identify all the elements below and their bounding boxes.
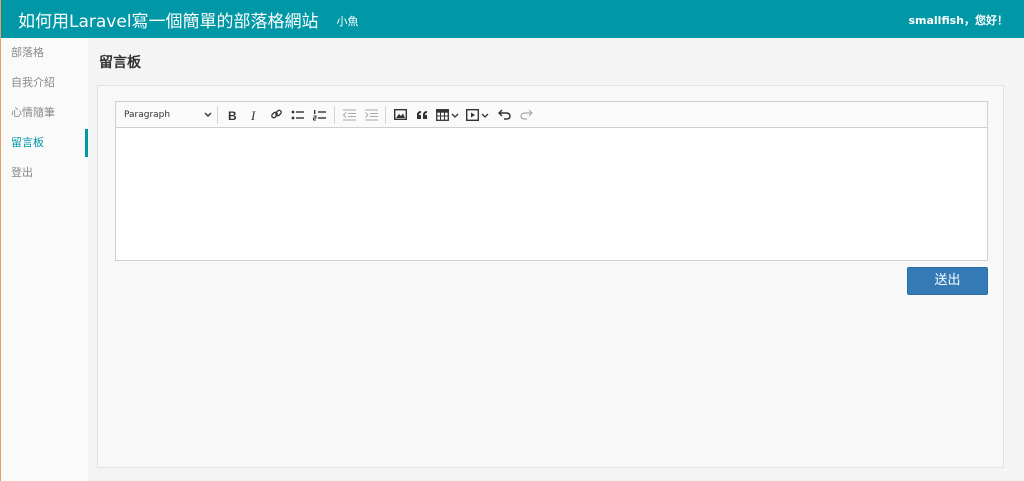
heading-format-value: Paragraph bbox=[124, 109, 171, 120]
svg-text:B: B bbox=[228, 109, 237, 121]
sidebar: 部落格 自我介紹 心情隨筆 留言板 登出 bbox=[0, 38, 88, 481]
sidebar-item-blog[interactable]: 部落格 bbox=[1, 38, 88, 68]
user-greeting[interactable]: smallfish，您好！ bbox=[908, 12, 1008, 28]
top-navbar: 如何用Laravel寫一個簡單的部落格網站 小魚 smallfish，您好！ bbox=[0, 0, 1024, 38]
outdent-icon[interactable] bbox=[339, 105, 359, 125]
main-content: 留言板 Paragraph B I 送出 bbox=[88, 38, 1024, 481]
editor-content-area[interactable] bbox=[116, 128, 987, 260]
sidebar-item-guestbook[interactable]: 留言板 bbox=[1, 128, 88, 158]
italic-icon[interactable]: I bbox=[244, 105, 264, 125]
svg-text:I: I bbox=[250, 109, 256, 121]
heading-format-dropdown[interactable]: Paragraph bbox=[124, 105, 214, 125]
page-title: 留言板 bbox=[99, 55, 141, 71]
quote-icon[interactable] bbox=[412, 105, 432, 125]
link-icon[interactable] bbox=[266, 105, 286, 125]
numbered-list-icon[interactable] bbox=[310, 105, 330, 125]
media-embed-icon[interactable] bbox=[464, 105, 492, 125]
sidebar-item-about[interactable]: 自我介紹 bbox=[1, 68, 88, 98]
sidebar-item-journal[interactable]: 心情隨筆 bbox=[1, 98, 88, 128]
bulleted-list-icon[interactable] bbox=[288, 105, 308, 125]
editor-toolbar: Paragraph B I bbox=[116, 102, 987, 128]
sidebar-item-logout[interactable]: 登出 bbox=[1, 158, 88, 188]
rich-text-editor: Paragraph B I bbox=[115, 101, 988, 261]
bold-icon[interactable]: B bbox=[222, 105, 242, 125]
image-icon[interactable] bbox=[390, 105, 410, 125]
site-subtitle[interactable]: 小魚 bbox=[337, 13, 359, 29]
undo-icon[interactable] bbox=[494, 105, 514, 125]
chevron-down-icon bbox=[204, 112, 212, 117]
toolbar-divider bbox=[385, 105, 386, 124]
toolbar-divider bbox=[217, 105, 218, 124]
redo-icon[interactable] bbox=[516, 105, 536, 125]
guestbook-panel: Paragraph B I 送出 bbox=[97, 85, 1004, 468]
toolbar-divider bbox=[334, 105, 335, 124]
site-title[interactable]: 如何用Laravel寫一個簡單的部落格網站 bbox=[18, 7, 319, 32]
submit-button[interactable]: 送出 bbox=[907, 267, 988, 295]
table-icon[interactable] bbox=[434, 105, 462, 125]
indent-icon[interactable] bbox=[361, 105, 381, 125]
